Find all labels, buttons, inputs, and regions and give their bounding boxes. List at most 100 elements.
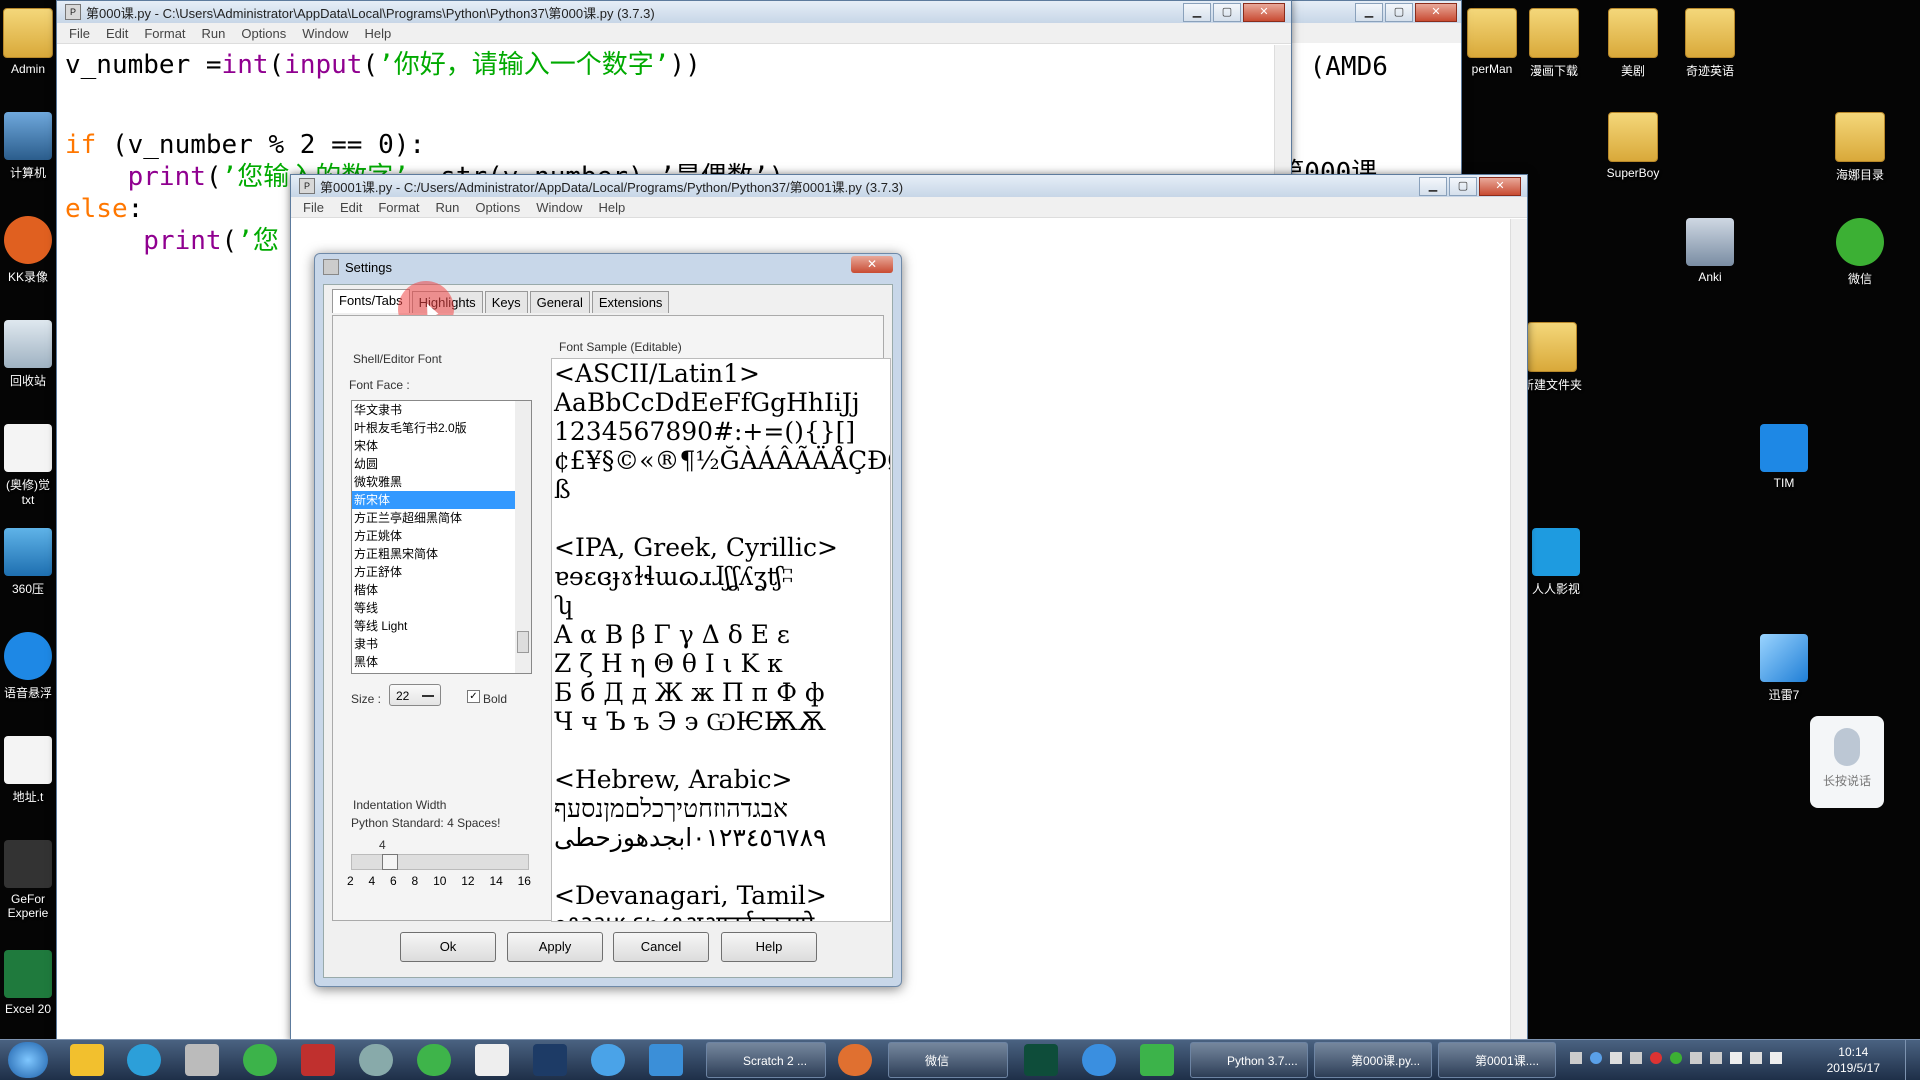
list-item[interactable]: 方正姚体 xyxy=(352,527,516,545)
menu-options[interactable]: Options xyxy=(241,26,286,41)
maximize-button[interactable]: ▢ xyxy=(1213,3,1241,22)
start-button[interactable] xyxy=(8,1042,48,1078)
minimize-button[interactable]: ▁ xyxy=(1355,3,1383,22)
taskbar-wechat[interactable]: 微信 xyxy=(888,1042,1008,1078)
taskbar-editor-000[interactable]: 第000课.py... xyxy=(1314,1042,1432,1078)
tab-keys[interactable]: Keys xyxy=(484,291,528,313)
size-dropdown[interactable]: 22 xyxy=(389,684,441,706)
app-icon[interactable] xyxy=(591,1044,625,1076)
editor-front-titlebar[interactable]: P 第0001课.py - C:/Users/Administrator/App… xyxy=(291,175,1527,197)
list-item[interactable]: 等线 Light xyxy=(352,617,516,635)
app-icon[interactable] xyxy=(1140,1044,1174,1076)
pdf-icon[interactable] xyxy=(70,1044,104,1076)
wechat-icon[interactable] xyxy=(1670,1052,1682,1064)
menu-run[interactable]: Run xyxy=(202,26,226,41)
settings-dialog[interactable]: Settings ✕ Fonts/Tabs Highlights Keys Ge… xyxy=(314,253,902,987)
list-item[interactable]: 隶书 xyxy=(352,635,516,653)
list-item[interactable]: 方正兰亭超细黑简体 xyxy=(352,509,516,527)
list-item[interactable]: 宋体 xyxy=(352,437,516,455)
minimize-button[interactable]: ▁ xyxy=(1183,3,1211,22)
editor-back-titlebar[interactable]: P 第000课.py - C:\Users\Administrator\AppD… xyxy=(57,1,1291,23)
desktop-icon-english[interactable]: 奇迹英语 xyxy=(1662,8,1758,79)
font-face-list[interactable]: 华文隶书 叶根友毛笔行书2.0版 宋体 幼圆 微软雅黑 新宋体 方正兰亭超细黑简… xyxy=(351,400,517,674)
list-item[interactable]: 华文隶书 xyxy=(352,401,516,419)
close-button[interactable]: ✕ xyxy=(1415,3,1457,22)
tray-icon[interactable] xyxy=(1630,1052,1642,1064)
comic-icon[interactable] xyxy=(475,1044,509,1076)
indent-slider[interactable] xyxy=(351,854,529,870)
cancel-button[interactable]: Cancel xyxy=(613,932,709,962)
apply-button[interactable]: Apply xyxy=(507,932,603,962)
slider-thumb[interactable] xyxy=(382,854,398,870)
xunlei-icon[interactable] xyxy=(649,1044,683,1076)
photoshop-icon[interactable] xyxy=(533,1044,567,1076)
list-item-selected[interactable]: 新宋体 xyxy=(352,491,516,509)
desktop-icon-wechat[interactable]: 微信 xyxy=(1812,218,1908,287)
desktop-icon-xunlei[interactable]: 迅雷7 xyxy=(1736,634,1832,703)
menu-window[interactable]: Window xyxy=(302,26,348,41)
tray-icon[interactable] xyxy=(1690,1052,1702,1064)
list-item[interactable]: 叶根友毛笔行书2.0版 xyxy=(352,419,516,437)
scroll-thumb[interactable] xyxy=(517,631,529,653)
desktop-icon-anki[interactable]: Anki xyxy=(1662,218,1758,284)
menu-help[interactable]: Help xyxy=(364,26,391,41)
voice-widget[interactable]: 长按说话 xyxy=(1810,716,1884,808)
app-icon[interactable] xyxy=(185,1044,219,1076)
book-icon[interactable] xyxy=(301,1044,335,1076)
font-list-scrollbar[interactable] xyxy=(515,400,532,674)
maximize-button[interactable]: ▢ xyxy=(1449,177,1477,196)
menu-options[interactable]: Options xyxy=(475,200,520,215)
settings-titlebar[interactable]: Settings ✕ xyxy=(315,254,901,280)
tray-icon[interactable] xyxy=(1710,1052,1722,1064)
maximize-button[interactable]: ▢ xyxy=(1385,3,1413,22)
clock[interactable]: 10:14 2019/5/17 xyxy=(1827,1044,1880,1076)
minimize-button[interactable]: ▁ xyxy=(1419,177,1447,196)
vertical-scrollbar[interactable] xyxy=(1510,219,1527,1039)
browser-icon[interactable] xyxy=(127,1044,161,1076)
list-item[interactable]: 幼圆 xyxy=(352,455,516,473)
app-icon[interactable] xyxy=(838,1044,872,1076)
close-button[interactable]: ✕ xyxy=(1243,3,1285,22)
menu-help[interactable]: Help xyxy=(598,200,625,215)
tray-icon[interactable] xyxy=(1570,1052,1582,1064)
list-item[interactable]: 方正舒体 xyxy=(352,563,516,581)
desktop-icon-tim[interactable]: TIM xyxy=(1736,424,1832,490)
app-icon[interactable] xyxy=(1082,1044,1116,1076)
menu-edit[interactable]: Edit xyxy=(340,200,362,215)
chrome-icon[interactable] xyxy=(243,1044,277,1076)
desktop-icon-haina[interactable]: 海娜目录 xyxy=(1812,112,1908,183)
help-button[interactable]: Help xyxy=(721,932,817,962)
taskbar-scratch[interactable]: Scratch 2 ... xyxy=(706,1042,826,1078)
desktop-icon-superboy[interactable]: SuperBoy xyxy=(1585,112,1681,180)
menu-edit[interactable]: Edit xyxy=(106,26,128,41)
tab-extensions[interactable]: Extensions xyxy=(591,291,670,313)
app-icon[interactable] xyxy=(359,1044,393,1076)
list-item[interactable]: 楷体 xyxy=(352,581,516,599)
list-item[interactable]: 方正粗黑宋简体 xyxy=(352,545,516,563)
network-icon[interactable] xyxy=(1750,1052,1762,1064)
taskbar-python-shell[interactable]: Python 3.7.... xyxy=(1190,1042,1308,1078)
bold-checkbox[interactable]: ✓ xyxy=(467,690,480,703)
taskbar-editor-0001[interactable]: 第0001课.... xyxy=(1438,1042,1556,1078)
close-button[interactable]: ✕ xyxy=(1479,177,1521,196)
list-item[interactable]: 微软雅黑 xyxy=(352,473,516,491)
font-sample-text[interactable]: <ASCII/Latin1> AaBbCcDdEeFfGgHhIiJj 1234… xyxy=(551,358,891,922)
help-icon[interactable] xyxy=(1590,1052,1602,1064)
ie-icon[interactable] xyxy=(417,1044,451,1076)
menu-format[interactable]: Format xyxy=(144,26,185,41)
menu-file[interactable]: File xyxy=(69,26,90,41)
volume-icon[interactable] xyxy=(1770,1052,1782,1064)
menu-format[interactable]: Format xyxy=(378,200,419,215)
audition-icon[interactable] xyxy=(1024,1044,1058,1076)
antivirus-icon[interactable] xyxy=(1650,1052,1662,1064)
menu-run[interactable]: Run xyxy=(436,200,460,215)
menu-window[interactable]: Window xyxy=(536,200,582,215)
ok-button[interactable]: Ok xyxy=(400,932,496,962)
menu-file[interactable]: File xyxy=(303,200,324,215)
list-item[interactable]: 等线 xyxy=(352,599,516,617)
microphone-icon[interactable] xyxy=(1610,1052,1622,1064)
list-item[interactable]: 黑体 xyxy=(352,653,516,671)
tab-general[interactable]: General xyxy=(529,291,590,313)
show-desktop-button[interactable] xyxy=(1905,1040,1920,1080)
close-button[interactable]: ✕ xyxy=(851,256,893,273)
